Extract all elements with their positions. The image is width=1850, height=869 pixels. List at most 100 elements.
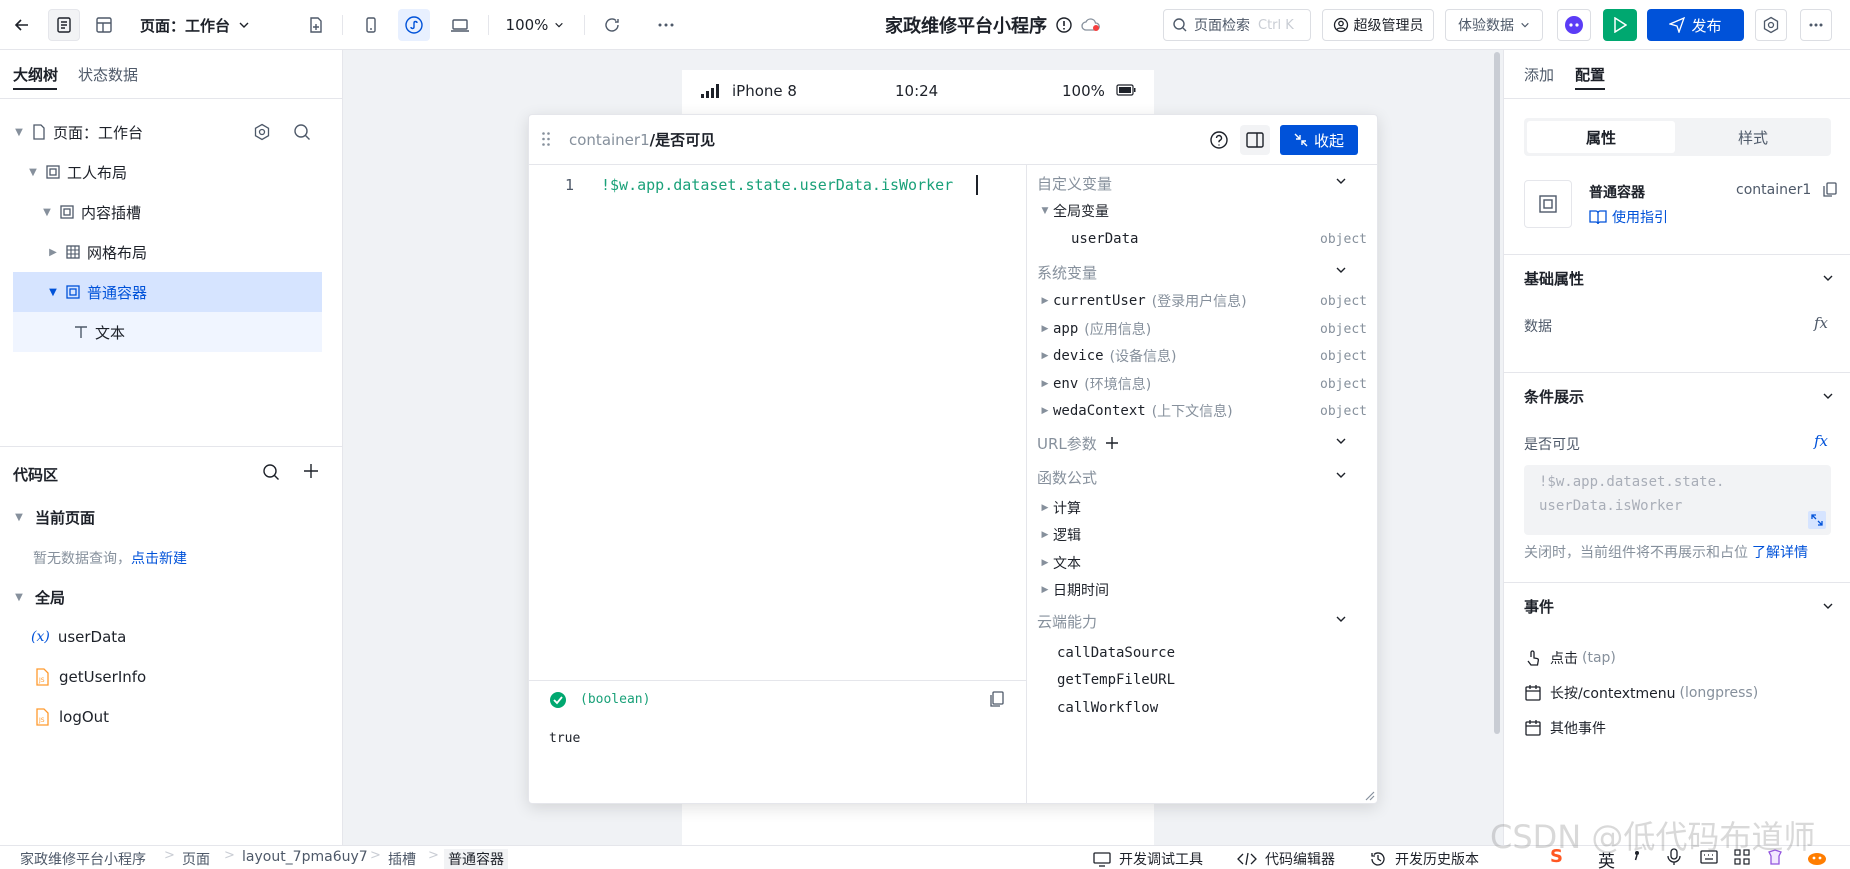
var-userData[interactable]: userData object bbox=[1037, 226, 1367, 252]
tab-state-data[interactable]: 状态数据 bbox=[78, 64, 138, 85]
cloud-callDataSource[interactable]: callDataSource bbox=[1037, 640, 1367, 666]
breadcrumb-slot[interactable]: 插槽 bbox=[388, 849, 416, 869]
chevron-down-icon[interactable] bbox=[1822, 272, 1834, 284]
layout-icon[interactable] bbox=[88, 9, 120, 41]
breadcrumb-pages[interactable]: 页面 bbox=[182, 849, 210, 869]
current-page-group[interactable]: ▼ 当前页面 bbox=[13, 497, 322, 537]
page-selector[interactable]: 页面：工作台 bbox=[140, 9, 270, 41]
search-icon[interactable] bbox=[293, 123, 311, 141]
page-list-icon[interactable] bbox=[48, 9, 80, 41]
group-global-vars[interactable]: ▼ 全局变量 bbox=[1037, 198, 1367, 224]
segment-styles[interactable]: 样式 bbox=[1679, 121, 1827, 153]
toggle-sidebar-icon[interactable] bbox=[1240, 125, 1270, 155]
conditional-display-title[interactable]: 条件展示 bbox=[1524, 386, 1584, 407]
event-other[interactable]: 其他事件 bbox=[1524, 718, 1606, 738]
section-system-vars[interactable]: 系统变量 bbox=[1037, 260, 1367, 284]
global-group[interactable]: ▼ 全局 bbox=[13, 577, 322, 617]
mobile-preview-icon[interactable] bbox=[355, 9, 387, 41]
chevron-down-icon[interactable] bbox=[1822, 600, 1834, 612]
func-group-text[interactable]: ▶ 文本 bbox=[1037, 550, 1367, 576]
tree-node-grid-layout[interactable]: ▶ 网格布局 bbox=[13, 232, 322, 272]
admin-role-button[interactable]: 超级管理员 bbox=[1322, 9, 1434, 41]
usage-guide-link[interactable]: 使用指引 bbox=[1589, 207, 1668, 227]
drag-handle-icon[interactable] bbox=[541, 131, 551, 147]
section-url-params[interactable]: URL参数 bbox=[1037, 431, 1367, 455]
tab-config[interactable]: 配置 bbox=[1575, 64, 1605, 85]
tree-node-content-slot[interactable]: ▼ 内容插槽 bbox=[13, 192, 322, 232]
back-arrow-icon[interactable] bbox=[6, 9, 38, 41]
fx-icon[interactable]: fx bbox=[1814, 314, 1828, 332]
section-cloud[interactable]: 云端能力 bbox=[1037, 609, 1367, 633]
cloud-getTempFileURL[interactable]: getTempFileURL bbox=[1037, 667, 1367, 693]
copy-icon[interactable] bbox=[988, 690, 1006, 708]
debug-tools-button[interactable]: 开发调试工具 bbox=[1093, 849, 1203, 869]
func-group-calc[interactable]: ▶ 计算 bbox=[1037, 495, 1367, 521]
code-editor[interactable]: 1 !$w.app.dataset.state.userData.isWorke… bbox=[529, 165, 1027, 680]
tree-node-page[interactable]: ▼ 页面：工作台 bbox=[13, 112, 322, 152]
canvas-scrollbar[interactable] bbox=[1494, 52, 1500, 734]
empty-query-hint: 暂无数据查询，点击新建 bbox=[33, 548, 187, 568]
var-wedaContext[interactable]: ▶ wedaContext (上下文信息) object bbox=[1037, 398, 1367, 424]
refresh-icon[interactable] bbox=[596, 9, 628, 41]
publish-button[interactable]: 发布 bbox=[1647, 9, 1744, 41]
tree-node-worker-layout[interactable]: ▼ 工人布局 bbox=[13, 152, 322, 192]
resize-handle-icon[interactable] bbox=[1363, 789, 1375, 801]
section-functions[interactable]: 函数公式 bbox=[1037, 465, 1367, 489]
code-editor-button[interactable]: 代码编辑器 bbox=[1237, 849, 1335, 869]
history-versions-button[interactable]: 开发历史版本 bbox=[1369, 849, 1479, 869]
more-icon[interactable] bbox=[650, 9, 682, 41]
run-preview-button[interactable] bbox=[1603, 9, 1637, 41]
breadcrumb-app[interactable]: 家政维修平台小程序 bbox=[20, 849, 146, 869]
miniprogram-preview-icon[interactable] bbox=[398, 9, 430, 41]
event-tap[interactable]: 点击 (tap) bbox=[1524, 648, 1616, 668]
page-search-input[interactable]: 页面检索 Ctrl K bbox=[1163, 9, 1311, 41]
visible-hint: 关闭时，当前组件将不再展示和占位 了解详情 bbox=[1524, 542, 1808, 562]
zoom-select[interactable]: 100% bbox=[500, 9, 570, 41]
func-group-datetime[interactable]: ▶ 日期时间 bbox=[1037, 577, 1367, 603]
app-title-area: 家政维修平台小程序 bbox=[885, 9, 1125, 41]
help-icon[interactable] bbox=[1209, 130, 1229, 150]
more-menu-icon[interactable] bbox=[1800, 9, 1832, 41]
collapse-button[interactable]: 收起 bbox=[1280, 125, 1358, 155]
learn-more-link[interactable]: 了解详情 bbox=[1752, 545, 1808, 561]
settings-gear-icon[interactable] bbox=[253, 123, 271, 141]
csdn-watermark: CSDN @低代码布道师 bbox=[1490, 818, 1816, 856]
fx-icon[interactable]: fx bbox=[1814, 432, 1828, 450]
func-group-logic[interactable]: ▶ 逻辑 bbox=[1037, 522, 1367, 548]
global-item-logOut[interactable]: JS logOut bbox=[13, 697, 322, 737]
tab-add[interactable]: 添加 bbox=[1524, 64, 1554, 85]
settings-gear-icon[interactable] bbox=[1755, 9, 1787, 41]
section-custom-vars[interactable]: 自定义变量 bbox=[1037, 171, 1367, 195]
add-icon[interactable] bbox=[1105, 436, 1119, 450]
global-item-userData[interactable]: (x) userData bbox=[13, 617, 322, 657]
desktop-preview-icon[interactable] bbox=[444, 9, 476, 41]
tab-outline-tree[interactable]: 大纲树 bbox=[13, 64, 58, 85]
add-page-icon[interactable] bbox=[300, 9, 332, 41]
active-tab-indicator bbox=[1575, 88, 1605, 90]
visible-expression-field[interactable]: !$w.app.dataset.state. userData.isWorker bbox=[1524, 465, 1831, 535]
tree-node-text[interactable]: 文本 bbox=[13, 312, 322, 352]
tree-node-container-selected[interactable]: ▼ 普通容器 bbox=[13, 272, 322, 312]
var-device[interactable]: ▶ device (设备信息) object bbox=[1037, 343, 1367, 369]
breadcrumb-layout[interactable]: layout_7pma6uy7 bbox=[242, 849, 368, 865]
code-line[interactable]: !$w.app.dataset.state.userData.isWorker bbox=[601, 176, 953, 194]
var-env[interactable]: ▶ env (环境信息) object bbox=[1037, 371, 1367, 397]
cloud-callWorkflow[interactable]: callWorkflow bbox=[1037, 695, 1367, 721]
create-query-link[interactable]: 点击新建 bbox=[131, 551, 187, 567]
event-longpress[interactable]: 长按/contextmenu (longpress) bbox=[1524, 683, 1758, 703]
search-icon[interactable] bbox=[262, 463, 280, 481]
data-mode-select[interactable]: 体验数据 bbox=[1445, 9, 1543, 41]
add-icon[interactable] bbox=[303, 463, 319, 479]
breadcrumb-container[interactable]: 普通容器 bbox=[444, 849, 508, 869]
var-app[interactable]: ▶ app (应用信息) object bbox=[1037, 316, 1367, 342]
ai-assistant-icon[interactable] bbox=[1557, 9, 1591, 41]
expand-icon[interactable] bbox=[1808, 511, 1826, 529]
copy-icon[interactable] bbox=[1822, 182, 1838, 198]
global-item-getUserInfo[interactable]: JS getUserInfo bbox=[13, 657, 322, 697]
events-title[interactable]: 事件 bbox=[1524, 596, 1554, 617]
info-icon[interactable] bbox=[1055, 16, 1073, 34]
chevron-down-icon[interactable] bbox=[1822, 390, 1834, 402]
segment-properties[interactable]: 属性 bbox=[1527, 121, 1675, 153]
basic-props-title[interactable]: 基础属性 bbox=[1524, 268, 1584, 289]
var-currentUser[interactable]: ▶ currentUser (登录用户信息) object bbox=[1037, 288, 1367, 314]
